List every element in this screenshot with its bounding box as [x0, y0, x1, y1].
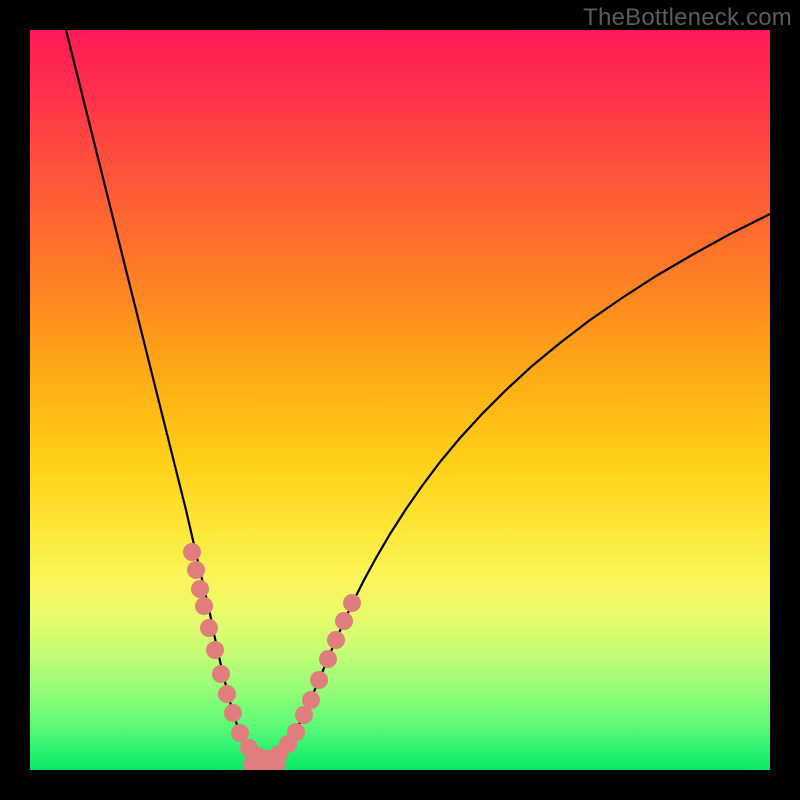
data-marker: [343, 594, 361, 612]
data-marker: [310, 671, 328, 689]
data-marker: [231, 724, 249, 742]
bottleneck-curve: [66, 30, 770, 760]
data-marker: [187, 561, 205, 579]
data-marker: [191, 580, 209, 598]
markers-left-branch: [183, 543, 267, 765]
plot-area: [30, 30, 770, 770]
data-marker: [200, 619, 218, 637]
data-marker: [212, 665, 230, 683]
data-marker: [335, 612, 353, 630]
data-marker: [206, 641, 224, 659]
attribution-label: TheBottleneck.com: [583, 4, 792, 32]
data-marker: [218, 685, 236, 703]
data-marker: [224, 704, 242, 722]
data-marker: [327, 631, 345, 649]
data-marker: [287, 723, 305, 741]
data-marker: [183, 543, 201, 561]
curve-group: [66, 30, 770, 760]
data-marker: [302, 691, 320, 709]
chart-svg: [30, 30, 770, 770]
markers-right-branch: [259, 594, 361, 768]
data-marker: [319, 650, 337, 668]
data-marker: [195, 597, 213, 615]
outer-frame: TheBottleneck.com: [0, 0, 800, 800]
